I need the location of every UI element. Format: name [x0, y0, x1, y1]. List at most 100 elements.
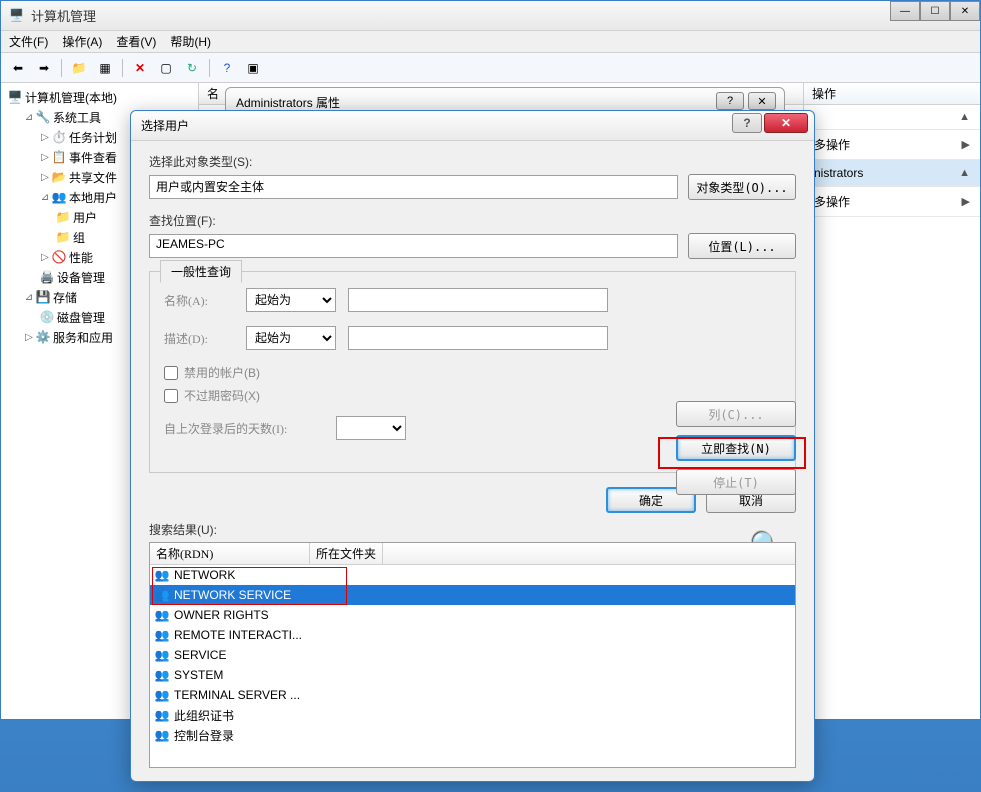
- result-row[interactable]: 👥控制台登录: [150, 725, 795, 745]
- user-group-icon: 👥: [154, 647, 170, 663]
- days-since-logon-label: 自上次登录后的天数(I):: [164, 420, 324, 437]
- help-button[interactable]: ?: [216, 57, 238, 79]
- result-row[interactable]: 👥 REMOTE INTERACTI...: [150, 625, 795, 645]
- result-name: 此组织证书: [174, 707, 234, 724]
- user-group-icon: 👥: [154, 627, 170, 643]
- forward-button[interactable]: ➡: [33, 57, 55, 79]
- watermark: ☁ 亿速云: [919, 769, 971, 786]
- result-name: TERMINAL SERVER ...: [174, 688, 300, 702]
- chevron-right-icon: ▶: [962, 195, 970, 208]
- separator: [122, 59, 123, 77]
- chevron-up-icon: ▲: [959, 111, 970, 123]
- dialog-close-button[interactable]: ✕: [764, 113, 808, 133]
- x-red-icon: ✕: [135, 61, 145, 75]
- select-dialog-titlebar[interactable]: 选择用户 ? ✕: [131, 111, 814, 141]
- results-col-folder[interactable]: 所在文件夹: [310, 543, 383, 564]
- export-button[interactable]: ▢: [155, 57, 177, 79]
- name-label: 名称(A):: [164, 292, 234, 309]
- result-row[interactable]: 👥TERMINAL SERVER ...: [150, 685, 795, 705]
- object-types-button[interactable]: 对象类型(O)...: [688, 174, 796, 200]
- common-queries-tab[interactable]: 一般性查询: [160, 260, 242, 283]
- desc-match-select[interactable]: 起始为: [246, 326, 336, 350]
- collapse-icon[interactable]: ⊿: [23, 292, 35, 303]
- find-now-button[interactable]: 立即查找(N): [676, 435, 796, 461]
- maximize-button[interactable]: ☐: [920, 1, 950, 21]
- results-area: 确定 取消 搜索结果(U): 名称(RDN) 所在文件夹 👥NETWORK👥NE…: [149, 487, 796, 768]
- users-icon: 👥: [51, 189, 67, 205]
- minimize-button[interactable]: —: [890, 1, 920, 21]
- days-select[interactable]: [336, 416, 406, 440]
- results-rows[interactable]: 👥NETWORK👥NETWORK SERVICE👥OWNER RIGHTS👥RE…: [150, 565, 795, 768]
- box-icon: ▣: [247, 61, 258, 75]
- menubar: 文件(F) 操作(A) 查看(V) 帮助(H): [1, 31, 980, 53]
- expand-icon[interactable]: ▷: [39, 252, 51, 263]
- list-icon: ▦: [99, 61, 110, 75]
- name-match-select[interactable]: 起始为: [246, 288, 336, 312]
- properties-button[interactable]: ▦: [94, 57, 116, 79]
- menu-file[interactable]: 文件(F): [9, 33, 48, 50]
- extra-button[interactable]: ▣: [242, 57, 264, 79]
- result-name: OWNER RIGHTS: [174, 608, 269, 622]
- disk-icon: 💿: [39, 309, 55, 325]
- result-row[interactable]: 👥 SERVICE: [150, 645, 795, 665]
- select-dialog-title: 选择用户: [141, 117, 189, 134]
- props-close-button[interactable]: ✕: [748, 92, 776, 110]
- results-label: 搜索结果(U):: [149, 521, 796, 538]
- expand-icon[interactable]: ▷: [39, 152, 51, 163]
- menu-view[interactable]: 查看(V): [116, 33, 156, 50]
- result-name: SYSTEM: [174, 668, 223, 682]
- chevron-up-icon: ▲: [959, 167, 970, 179]
- collapse-icon[interactable]: ⊿: [23, 112, 35, 123]
- arrow-left-icon: ⬅: [13, 61, 23, 75]
- user-group-icon: 👥: [154, 587, 170, 603]
- menu-help[interactable]: 帮助(H): [170, 33, 211, 50]
- select-users-dialog: 选择用户 ? ✕ 选择此对象类型(S): 用户或内置安全主体 对象类型(O)..…: [130, 110, 815, 782]
- results-list[interactable]: 名称(RDN) 所在文件夹 👥NETWORK👥NETWORK SERVICE👥O…: [149, 542, 796, 768]
- chevron-right-icon: ▶: [962, 138, 970, 151]
- actions-group[interactable]: ▲: [804, 105, 980, 130]
- cloud-icon: ☁: [919, 771, 931, 785]
- services-icon: ⚙️: [35, 329, 51, 345]
- results-col-name[interactable]: 名称(RDN): [150, 543, 310, 564]
- columns-button[interactable]: 列(C)...: [676, 401, 796, 427]
- result-name: REMOTE INTERACTI...: [174, 628, 302, 642]
- collapse-icon[interactable]: ⊿: [39, 192, 51, 203]
- result-row[interactable]: 👥 NETWORK SERVICE: [150, 585, 795, 605]
- actions-more-1[interactable]: 多操作▶: [804, 130, 980, 160]
- expand-icon[interactable]: ▷: [39, 132, 51, 143]
- disabled-accounts-checkbox[interactable]: 禁用的帐户(B): [164, 364, 781, 381]
- tools-icon: 🔧: [35, 109, 51, 125]
- result-row[interactable]: 👥此组织证书: [150, 705, 795, 725]
- refresh-button[interactable]: ↻: [181, 57, 203, 79]
- user-group-icon: 👥: [154, 667, 170, 683]
- desc-input[interactable]: [348, 326, 608, 350]
- props-help-button[interactable]: ?: [716, 92, 744, 110]
- object-type-field: 用户或内置安全主体: [149, 175, 678, 199]
- tree-root[interactable]: 🖥️计算机管理(本地): [3, 87, 196, 107]
- expand-icon[interactable]: ▷: [39, 172, 51, 183]
- result-name: SERVICE: [174, 648, 226, 662]
- delete-button[interactable]: ✕: [129, 57, 151, 79]
- locations-button[interactable]: 位置(L)...: [688, 233, 796, 259]
- device-icon: 🖨️: [39, 269, 55, 285]
- help-icon: ?: [224, 61, 231, 75]
- up-button[interactable]: 📁: [68, 57, 90, 79]
- folder-icon: 📁: [55, 209, 71, 225]
- separator: [209, 59, 210, 77]
- result-name: NETWORK SERVICE: [174, 588, 291, 602]
- expand-icon[interactable]: ▷: [23, 332, 35, 343]
- close-button[interactable]: ✕: [950, 1, 980, 21]
- stop-button[interactable]: 停止(T): [676, 469, 796, 495]
- actions-administrators[interactable]: nistrators▲: [804, 160, 980, 187]
- storage-icon: 💾: [35, 289, 51, 305]
- result-row[interactable]: 👥OWNER RIGHTS: [150, 605, 795, 625]
- result-row[interactable]: 👥NETWORK: [150, 565, 795, 585]
- actions-header: 操作: [804, 83, 980, 105]
- menu-action[interactable]: 操作(A): [62, 33, 102, 50]
- back-button[interactable]: ⬅: [7, 57, 29, 79]
- result-row[interactable]: 👥 SYSTEM: [150, 665, 795, 685]
- dialog-help-button[interactable]: ?: [732, 113, 762, 133]
- name-input[interactable]: [348, 288, 608, 312]
- actions-more-2[interactable]: 多操作▶: [804, 187, 980, 217]
- dialog-body: 选择此对象类型(S): 用户或内置安全主体 对象类型(O)... 查找位置(F)…: [131, 141, 814, 780]
